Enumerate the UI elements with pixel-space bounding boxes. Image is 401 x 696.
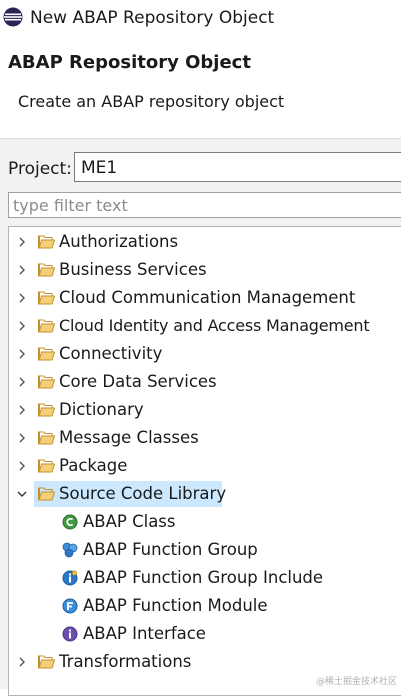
tree-item-label: Business Services: [59, 260, 207, 279]
tree-item-cloud-identity-and-access-management[interactable]: Cloud Identity and Access Management: [9, 312, 401, 340]
tree-item-abap-class[interactable]: ABAP Class: [9, 508, 401, 536]
tree-item-abap-function-module[interactable]: ABAP Function Module: [9, 592, 401, 620]
folder-icon: [38, 263, 55, 277]
tree-item-label: Source Code Library: [59, 484, 227, 503]
project-label: Project:: [8, 159, 72, 179]
chevron-down-icon[interactable]: [16, 488, 28, 500]
folder-icon: [38, 319, 55, 333]
folder-icon: [38, 375, 55, 389]
tree-item-label: Message Classes: [59, 428, 199, 447]
tree-item-label: Package: [59, 456, 128, 475]
tree-item-label: Transformations: [59, 652, 192, 671]
tree-item-label: ABAP Function Group: [83, 540, 258, 559]
folder-icon: [38, 431, 55, 445]
page-subtitle: Create an ABAP repository object: [18, 92, 285, 111]
folder-icon: [38, 459, 55, 473]
folder-icon: [38, 403, 55, 417]
folder-icon: [38, 655, 55, 669]
tree-item-label: Cloud Identity and Access Management: [59, 316, 370, 335]
filter-input[interactable]: [8, 192, 401, 218]
project-field[interactable]: ME1: [74, 152, 401, 182]
folder-icon: [38, 291, 55, 305]
chevron-right-icon[interactable]: [16, 264, 28, 276]
tree-item-abap-function-group-include[interactable]: ABAP Function Group Include: [9, 564, 401, 592]
tree-item-label: Authorizations: [59, 232, 179, 251]
tree-item-message-classes[interactable]: Message Classes: [9, 424, 401, 452]
tree-item-abap-interface[interactable]: ABAP Interface: [9, 620, 401, 648]
page-title: ABAP Repository Object: [8, 52, 251, 73]
chevron-right-icon[interactable]: [16, 320, 28, 332]
chevron-right-icon[interactable]: [16, 432, 28, 444]
tree-item-label: ABAP Function Group Include: [83, 568, 324, 587]
tree-item-core-data-services[interactable]: Core Data Services: [9, 368, 401, 396]
tree-item-label: ABAP Interface: [83, 624, 206, 643]
chevron-right-icon[interactable]: [16, 404, 28, 416]
folder-icon: [38, 235, 55, 249]
chevron-right-icon[interactable]: [16, 656, 28, 668]
object-type-tree[interactable]: Authorizations Business Services Cloud C…: [8, 226, 401, 696]
tree-item-label: Connectivity: [59, 344, 163, 363]
abap-function-group-include-icon: [62, 570, 78, 586]
window-title: New ABAP Repository Object: [30, 8, 275, 28]
eclipse-app-icon: [3, 7, 23, 27]
abap-class-icon: [62, 514, 78, 530]
chevron-right-icon[interactable]: [16, 376, 28, 388]
open-folder-icon: [38, 487, 55, 501]
window-titlebar[interactable]: New ABAP Repository Object: [0, 0, 401, 36]
tree-item-source-code-library[interactable]: Source Code Library: [9, 480, 401, 508]
chevron-right-icon[interactable]: [16, 460, 28, 472]
tree-item-dictionary[interactable]: Dictionary: [9, 396, 401, 424]
chevron-right-icon[interactable]: [16, 348, 28, 360]
wizard-header: ABAP Repository Object Create an ABAP re…: [0, 36, 401, 138]
tree-item-cloud-communication-management[interactable]: Cloud Communication Management: [9, 284, 401, 312]
tree-item-connectivity[interactable]: Connectivity: [9, 340, 401, 368]
project-value: ME1: [81, 158, 118, 178]
tree-item-label: Core Data Services: [59, 372, 217, 391]
tree-item-abap-function-group[interactable]: ABAP Function Group: [9, 536, 401, 564]
tree-item-package[interactable]: Package: [9, 452, 401, 480]
tree-item-label: ABAP Function Module: [83, 596, 268, 615]
tree-item-authorizations[interactable]: Authorizations: [9, 228, 401, 256]
folder-icon: [38, 347, 55, 361]
abap-interface-icon: [62, 626, 78, 642]
tree-item-transformations[interactable]: Transformations: [9, 648, 401, 676]
tree-item-label: Cloud Communication Management: [59, 288, 356, 307]
tree-item-label: ABAP Class: [83, 512, 176, 531]
tree-item-label: Dictionary: [59, 400, 144, 419]
abap-function-group-icon: [62, 542, 78, 558]
chevron-right-icon[interactable]: [16, 292, 28, 304]
abap-function-module-icon: [62, 598, 78, 614]
chevron-right-icon[interactable]: [16, 236, 28, 248]
tree-item-business-services[interactable]: Business Services: [9, 256, 401, 284]
watermark: @稀土掘金技术社区: [315, 677, 397, 687]
